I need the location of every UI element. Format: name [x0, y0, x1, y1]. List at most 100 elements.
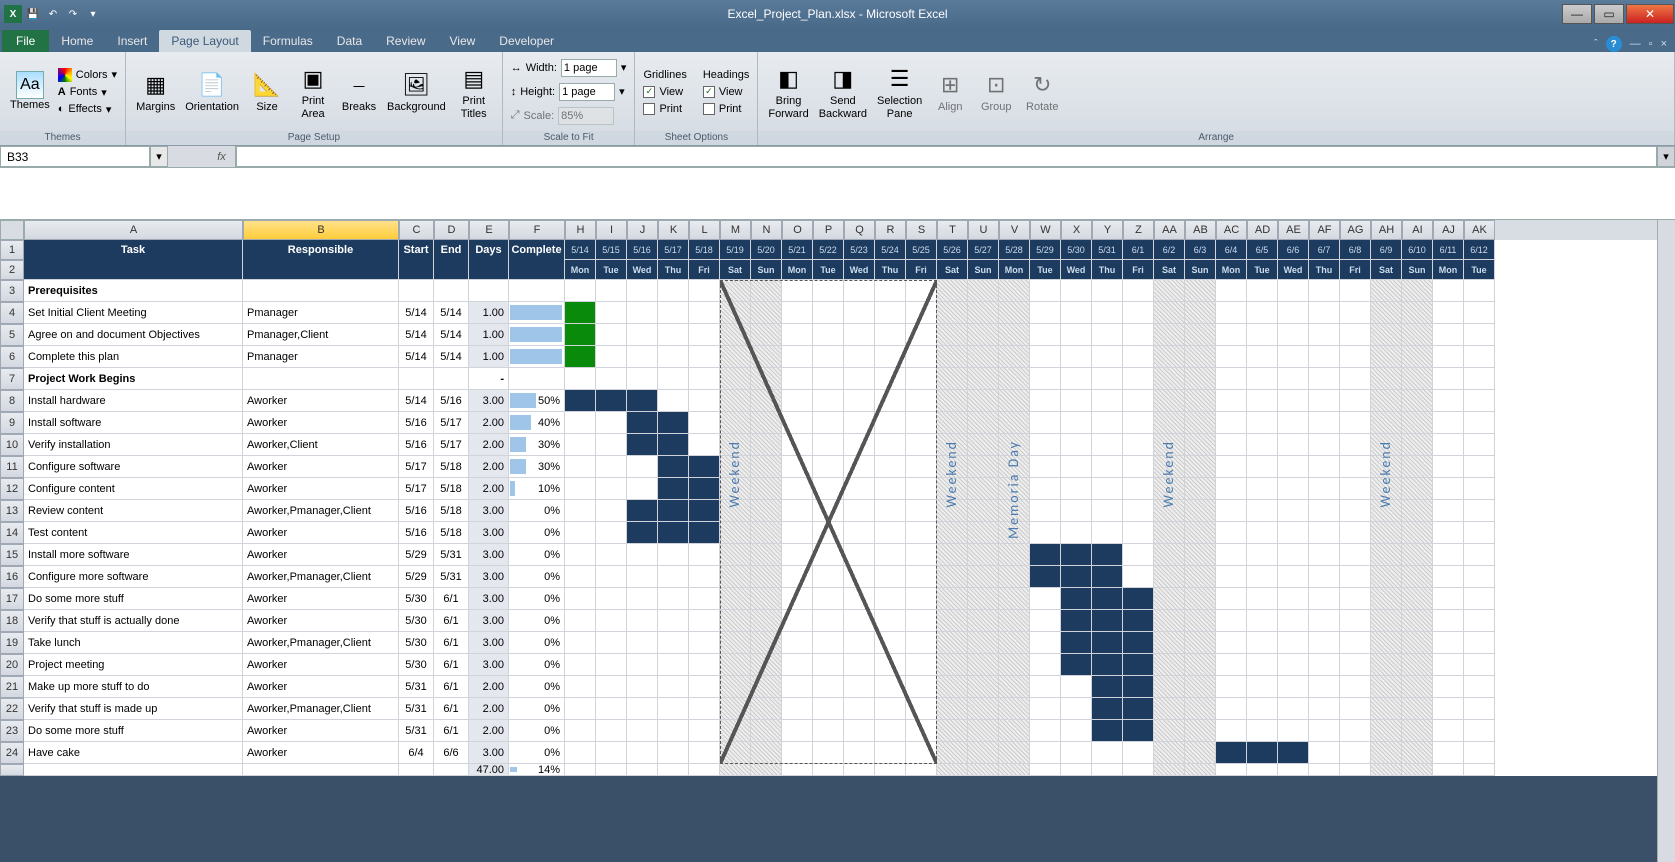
gantt-cell[interactable]	[1216, 368, 1247, 390]
gantt-cell[interactable]	[1402, 346, 1433, 368]
gantt-cell[interactable]	[844, 412, 875, 434]
gantt-cell[interactable]	[906, 390, 937, 412]
cell[interactable]	[434, 280, 469, 302]
gantt-cell[interactable]	[782, 610, 813, 632]
gantt-cell[interactable]	[1061, 522, 1092, 544]
gantt-cell[interactable]	[937, 390, 968, 412]
gantt-cell[interactable]	[751, 588, 782, 610]
gantt-cell[interactable]	[937, 698, 968, 720]
gantt-cell[interactable]	[596, 544, 627, 566]
gantt-cell[interactable]	[999, 610, 1030, 632]
gantt-cell[interactable]	[658, 456, 689, 478]
gantt-cell[interactable]	[1464, 434, 1495, 456]
gantt-cell[interactable]	[1371, 632, 1402, 654]
gantt-cell[interactable]	[999, 478, 1030, 500]
gantt-cell[interactable]	[1123, 500, 1154, 522]
gantt-cell[interactable]	[689, 566, 720, 588]
cell[interactable]: 5/18	[689, 240, 720, 260]
gantt-cell[interactable]	[1371, 742, 1402, 764]
gantt-cell[interactable]	[999, 434, 1030, 456]
gantt-cell[interactable]	[1340, 500, 1371, 522]
gantt-cell[interactable]	[999, 588, 1030, 610]
cell[interactable]: 10%	[509, 478, 565, 500]
gantt-cell[interactable]	[937, 346, 968, 368]
column-header[interactable]: A	[24, 220, 243, 240]
cell[interactable]: 5/16	[399, 434, 434, 456]
column-header[interactable]: N	[751, 220, 782, 240]
gantt-cell[interactable]	[875, 566, 906, 588]
gantt-cell[interactable]	[1154, 566, 1185, 588]
gantt-cell[interactable]	[1433, 478, 1464, 500]
gantt-cell[interactable]	[782, 566, 813, 588]
gantt-cell[interactable]	[813, 478, 844, 500]
gantt-cell[interactable]	[689, 588, 720, 610]
column-header[interactable]: O	[782, 220, 813, 240]
gantt-cell[interactable]	[1247, 368, 1278, 390]
gantt-cell[interactable]	[1402, 698, 1433, 720]
cell[interactable]: 6/7	[1309, 240, 1340, 260]
gantt-cell[interactable]	[1309, 588, 1340, 610]
gantt-cell[interactable]	[782, 742, 813, 764]
orientation-button[interactable]: 📄Orientation	[181, 67, 243, 115]
gantt-cell[interactable]	[1309, 698, 1340, 720]
gantt-cell[interactable]	[1371, 412, 1402, 434]
gantt-cell[interactable]	[813, 324, 844, 346]
cell[interactable]: Sat	[1371, 260, 1402, 280]
gantt-cell[interactable]	[906, 544, 937, 566]
cell[interactable]: 100%	[509, 346, 565, 368]
gantt-cell[interactable]	[1371, 566, 1402, 588]
gantt-cell[interactable]	[627, 456, 658, 478]
gantt-cell[interactable]	[596, 302, 627, 324]
cell[interactable]: Project Work Begins	[24, 368, 243, 390]
gantt-cell[interactable]	[844, 500, 875, 522]
gantt-cell[interactable]	[1216, 610, 1247, 632]
gantt-cell[interactable]	[1185, 610, 1216, 632]
gantt-cell[interactable]	[906, 324, 937, 346]
gantt-cell[interactable]	[875, 368, 906, 390]
cell[interactable]: Mon	[999, 260, 1030, 280]
gantt-cell[interactable]	[627, 434, 658, 456]
gantt-cell[interactable]	[1464, 302, 1495, 324]
cell[interactable]: Tue	[596, 260, 627, 280]
gantt-cell[interactable]	[1309, 390, 1340, 412]
cell[interactable]: 0%	[509, 522, 565, 544]
cell[interactable]: 1.00	[469, 302, 509, 324]
column-header[interactable]: S	[906, 220, 937, 240]
gantt-cell[interactable]	[937, 434, 968, 456]
gantt-cell[interactable]	[751, 610, 782, 632]
row-header[interactable]: 1	[0, 240, 24, 260]
gantt-cell[interactable]	[627, 742, 658, 764]
cell[interactable]: 3.00	[469, 500, 509, 522]
gantt-cell[interactable]	[627, 654, 658, 676]
row-header[interactable]: 14	[0, 522, 24, 544]
cell[interactable]: Aworker	[243, 720, 399, 742]
gantt-cell[interactable]	[565, 632, 596, 654]
gantt-cell[interactable]	[1216, 522, 1247, 544]
gantt-cell[interactable]	[844, 676, 875, 698]
excel-icon[interactable]: X	[4, 5, 22, 23]
headings-print-checkbox[interactable]	[703, 103, 715, 115]
gantt-cell[interactable]	[565, 654, 596, 676]
gantt-cell[interactable]	[1030, 698, 1061, 720]
cell[interactable]: 5/25	[906, 240, 937, 260]
gantt-cell[interactable]	[1340, 478, 1371, 500]
gantt-cell[interactable]	[1371, 654, 1402, 676]
gantt-cell[interactable]	[1464, 698, 1495, 720]
cell[interactable]: Pmanager	[243, 346, 399, 368]
cell[interactable]: Install hardware	[24, 390, 243, 412]
gantt-cell[interactable]	[658, 698, 689, 720]
gantt-cell[interactable]	[1433, 566, 1464, 588]
cell[interactable]: 5/19	[720, 240, 751, 260]
gantt-cell[interactable]	[1030, 412, 1061, 434]
gantt-cell[interactable]	[1123, 720, 1154, 742]
gantt-cell[interactable]	[720, 632, 751, 654]
gantt-cell[interactable]	[1340, 544, 1371, 566]
gantt-cell[interactable]	[1030, 434, 1061, 456]
gantt-cell[interactable]	[937, 478, 968, 500]
gantt-cell[interactable]	[689, 368, 720, 390]
cell[interactable]: 2.00	[469, 456, 509, 478]
column-header[interactable]: AF	[1309, 220, 1340, 240]
cell[interactable]: 5/28	[999, 240, 1030, 260]
column-header[interactable]: V	[999, 220, 1030, 240]
cell[interactable]: 6/4	[1216, 240, 1247, 260]
